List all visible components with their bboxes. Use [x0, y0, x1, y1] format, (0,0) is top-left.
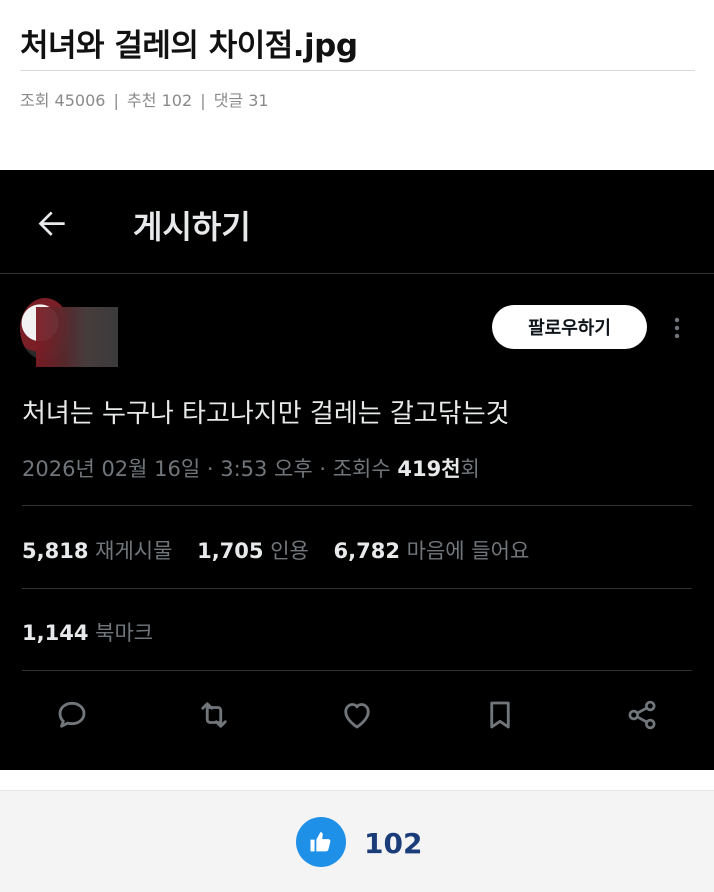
repost-icon [201, 702, 227, 728]
post-title: 처녀와 걸레의 차이점.jpg [20, 28, 358, 64]
bookmarks-count: 1,144 [22, 621, 89, 645]
back-arrow-icon[interactable] [33, 204, 71, 242]
recommend-bar: 102 [0, 790, 714, 892]
nav-divider [0, 273, 714, 274]
quotes-label: 인용 [270, 539, 309, 563]
recommend-count: 102 [161, 91, 193, 110]
reply-button[interactable] [52, 695, 92, 735]
reply-icon [58, 701, 86, 728]
bookmarks-label: 북마크 [95, 621, 154, 645]
quotes-stat[interactable]: 1,705 인용 [197, 539, 309, 563]
post-meta: 조회 45006 | 추천 102 | 댓글 31 [20, 87, 269, 111]
follow-button[interactable]: 팔로우하기 [492, 305, 647, 349]
likes-count: 6,782 [333, 539, 400, 563]
recommend-count: 102 [364, 827, 423, 860]
views-label: 조회 [20, 91, 50, 110]
meta-divider [22, 505, 692, 506]
comments-label: 댓글 [213, 91, 244, 110]
bookmarks-divider [22, 670, 692, 671]
bookmark-stats: 1,144 북마크 [22, 617, 153, 647]
recommend-label: 추천 [127, 91, 157, 110]
meta-separator: | [113, 91, 119, 110]
recommend-button[interactable] [296, 817, 346, 867]
share-icon [628, 700, 656, 730]
likes-stat[interactable]: 6,782 마음에 들어요 [334, 539, 530, 563]
view-count-suffix: 회 [460, 457, 480, 481]
censored-username [36, 307, 118, 367]
thumbs-up-icon [310, 832, 331, 852]
title-divider [20, 70, 695, 71]
quotes-count: 1,705 [197, 539, 264, 563]
nav-title: 게시하기 [133, 208, 251, 246]
views-count: 45006 [54, 91, 106, 110]
post-header: 처녀와 걸레의 차이점.jpg 조회 45006 | 추천 102 | 댓글 3… [0, 0, 714, 170]
timestamp-text: 2026년 02월 16일 · 3:53 오후 · 조회수 [22, 457, 398, 481]
bookmark-button[interactable] [480, 695, 520, 735]
likes-label: 마음에 들어요 [406, 539, 530, 563]
engagement-stats: 5,818 재게시물 1,705 인용 6,782 마음에 들어요 [22, 535, 547, 565]
more-options-icon[interactable] [670, 315, 684, 341]
tweet-nav-bar: 게시하기 [0, 170, 714, 273]
stats-divider [22, 588, 692, 589]
comments-count: 31 [248, 91, 269, 110]
bookmark-icon [490, 701, 510, 729]
view-count: 419천 [397, 457, 461, 481]
reposts-stat[interactable]: 5,818 재게시물 [22, 539, 172, 563]
tweet-text: 처녀는 누구나 타고나지만 걸레는 갈고닦는것 [22, 399, 510, 429]
tweet-timestamp: 2026년 02월 16일 · 3:53 오후 · 조회수 419천회 [22, 453, 480, 483]
share-button[interactable] [622, 695, 662, 735]
tweet-screenshot: 게시하기 팔로우하기 처녀는 누구나 타고나지만 걸레는 갈고닦는것 2026년… [0, 170, 714, 770]
repost-button[interactable] [194, 695, 234, 735]
heart-icon [344, 703, 370, 729]
reposts-label: 재게시물 [95, 539, 173, 563]
like-button[interactable] [337, 695, 377, 735]
reposts-count: 5,818 [22, 539, 89, 563]
meta-separator: | [200, 91, 206, 110]
